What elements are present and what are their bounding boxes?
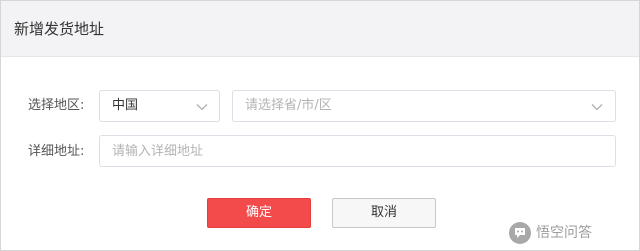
dialog-title: 新增发货地址	[14, 20, 105, 38]
province-city-district-select[interactable]: 请选择省/市/区	[232, 90, 616, 122]
detail-address-label: 详细地址:	[28, 144, 85, 159]
province-select-placeholder: 请选择省/市/区	[245, 98, 332, 113]
chevron-down-icon	[196, 104, 208, 111]
watermark: 悟空问答	[509, 222, 592, 244]
country-select-value: 中国	[112, 98, 139, 113]
wukong-logo-icon	[509, 222, 531, 244]
cancel-button[interactable]: 取消	[332, 198, 436, 228]
watermark-text: 悟空问答	[536, 225, 592, 241]
add-shipping-address-dialog: 新增发货地址 选择地区: 中国 请选择省/市/区 详细地址: 确定 取消 悟空问…	[0, 0, 640, 251]
country-select[interactable]: 中国	[99, 90, 220, 122]
chevron-down-icon	[591, 104, 603, 111]
confirm-button[interactable]: 确定	[207, 198, 311, 228]
region-label: 选择地区:	[28, 98, 85, 113]
detail-address-input[interactable]	[99, 135, 616, 167]
dialog-header: 新增发货地址	[1, 1, 639, 57]
